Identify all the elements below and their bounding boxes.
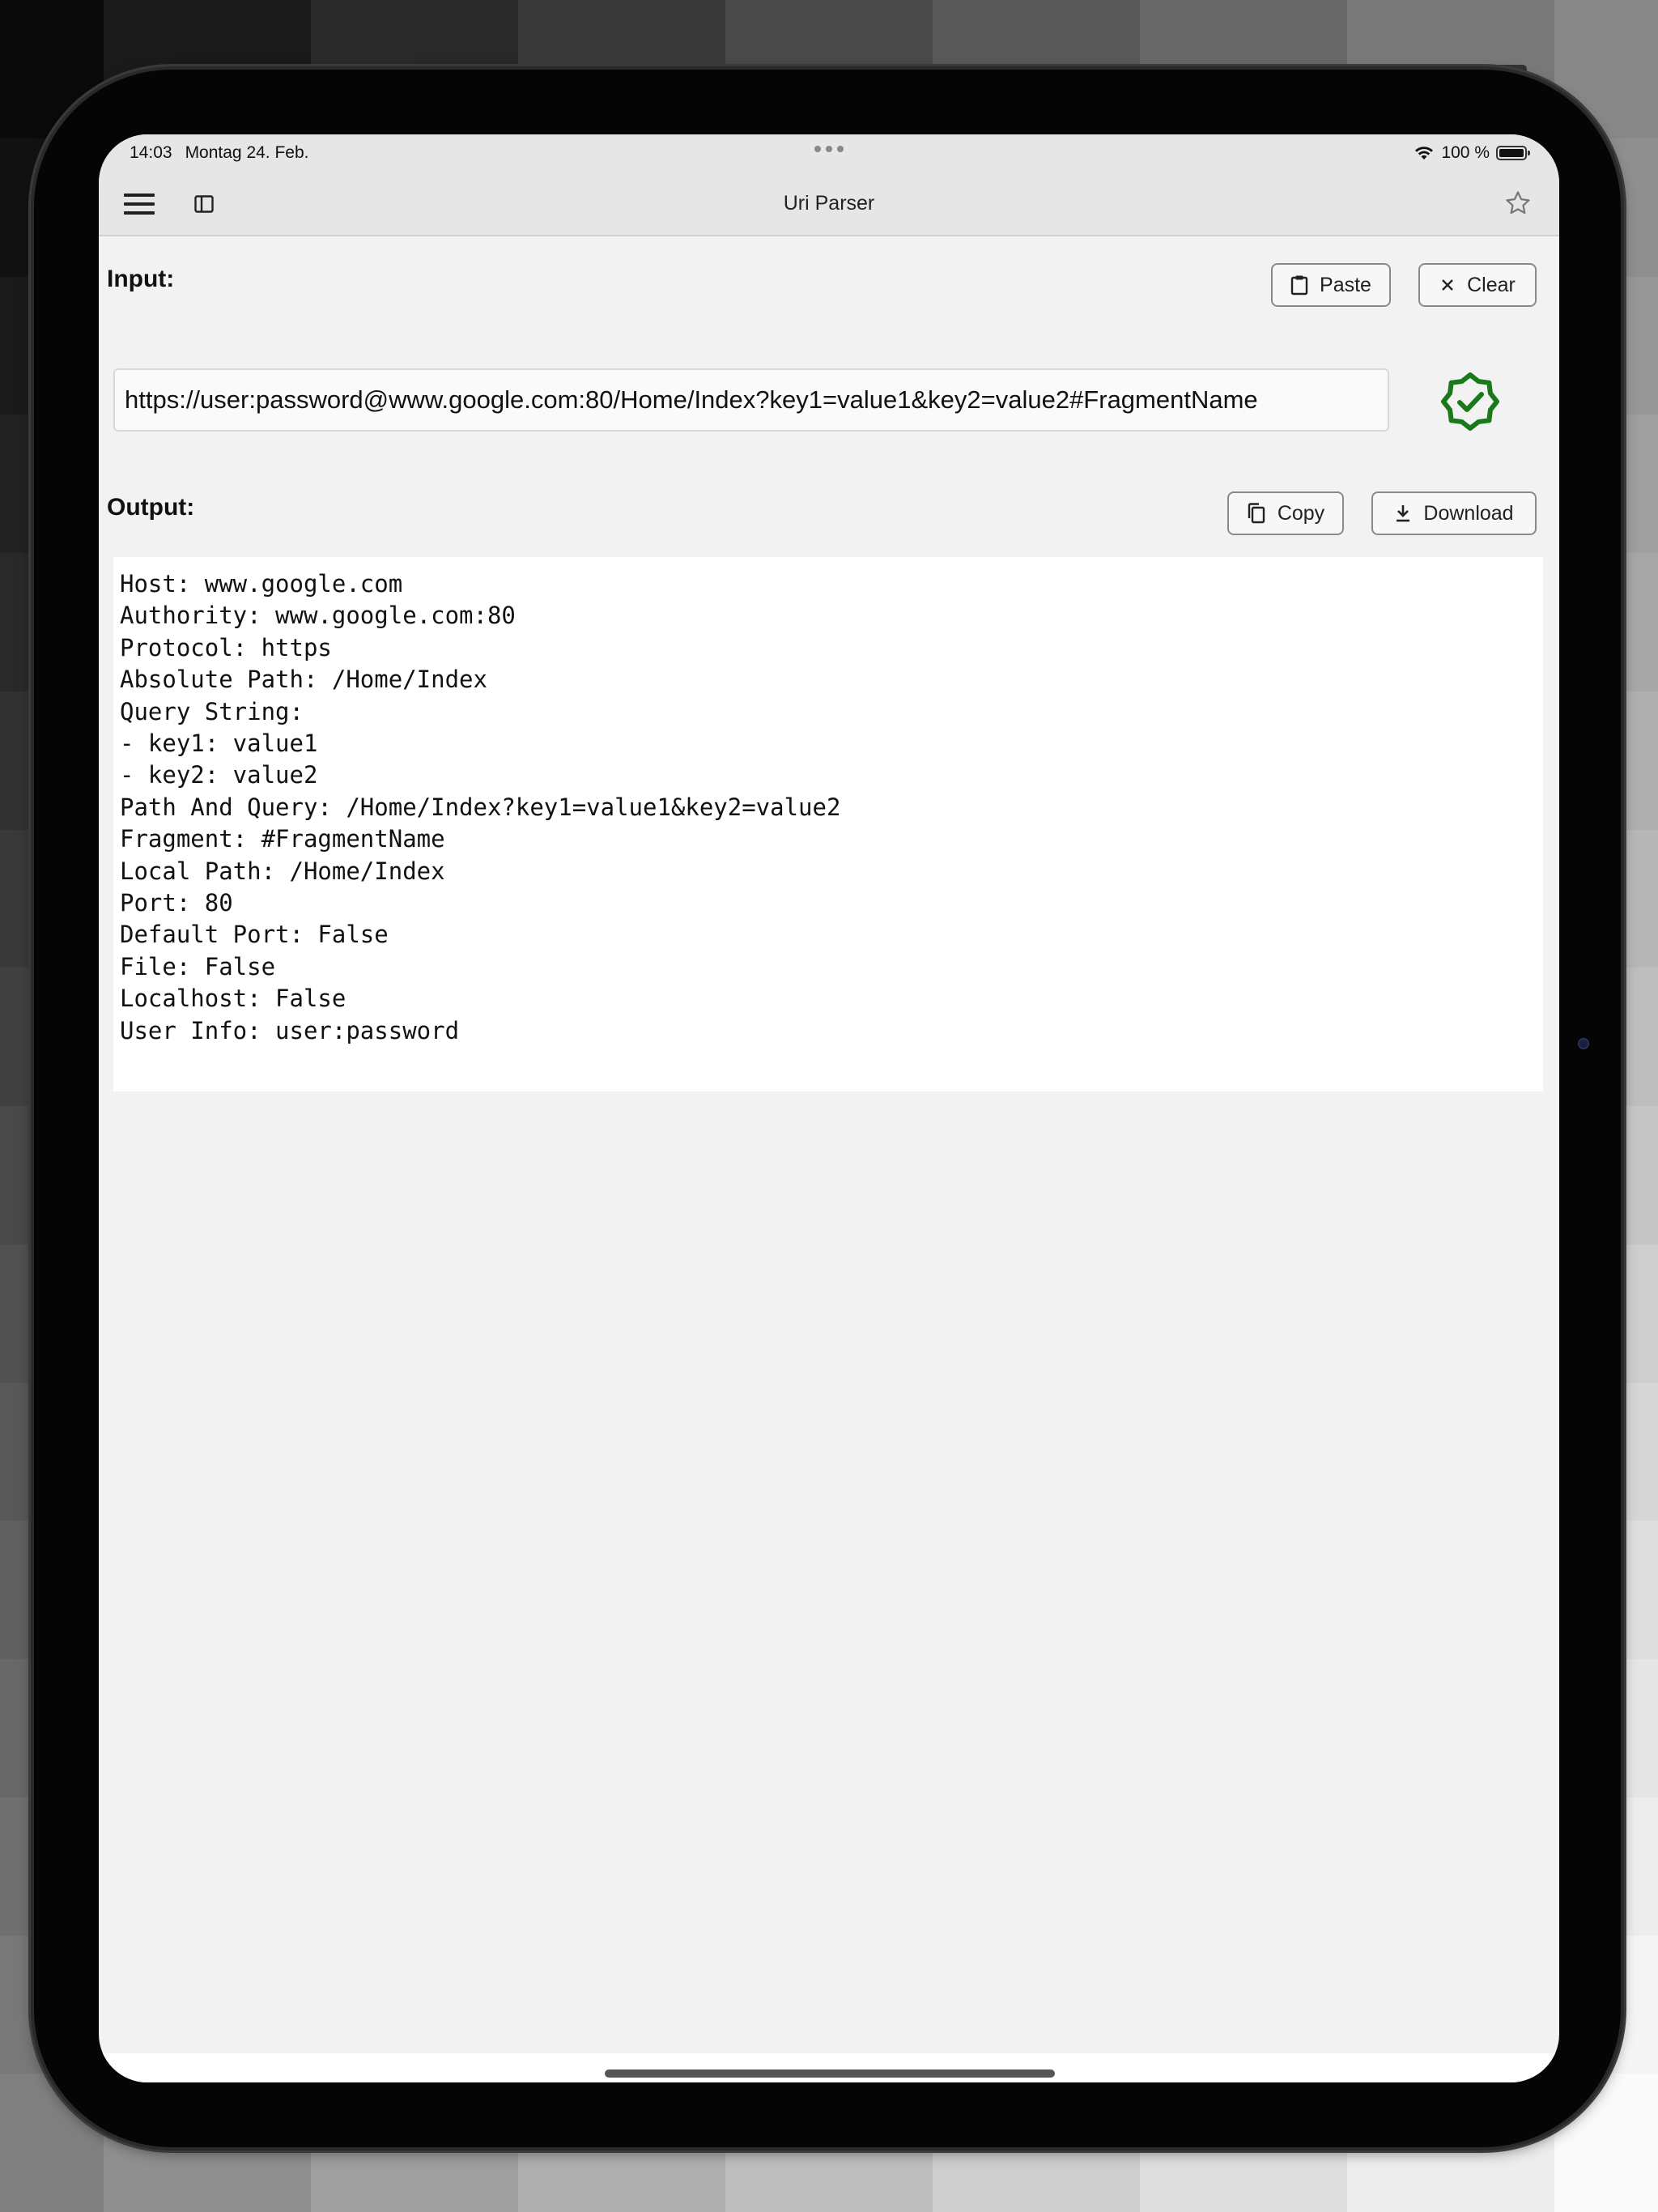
output-line: Absolute Path: /Home/Index	[120, 666, 487, 694]
clear-button-label: Clear	[1467, 273, 1516, 296]
copy-button[interactable]: Copy	[1227, 491, 1344, 535]
battery-fill	[1499, 149, 1524, 157]
output-text-area[interactable]: Host: www.google.com Authority: www.googl…	[113, 557, 1543, 1091]
bottom-safe-area	[99, 2053, 1559, 2082]
output-line: Query String:	[120, 697, 304, 725]
download-button-label: Download	[1423, 501, 1514, 525]
clear-button[interactable]: Clear	[1418, 263, 1537, 307]
input-label: Input:	[107, 266, 175, 292]
uri-input[interactable]	[113, 368, 1389, 432]
app-screen: 14:03 Montag 24. Feb. 100 % Uri Parser I…	[99, 134, 1559, 2082]
page-title: Uri Parser	[783, 192, 875, 215]
paste-button[interactable]: Paste	[1271, 263, 1391, 307]
battery-icon	[1496, 146, 1530, 160]
copy-icon	[1248, 503, 1265, 524]
output-line: Protocol: https	[120, 633, 332, 661]
navigation-bar: Uri Parser	[99, 172, 1559, 236]
output-line: Authority: www.google.com:80	[120, 602, 516, 630]
output-line: Port: 80	[120, 889, 233, 917]
status-bar: 14:03 Montag 24. Feb. 100 %	[99, 134, 1559, 172]
paste-button-label: Paste	[1320, 273, 1371, 296]
battery-percentage: 100 %	[1441, 143, 1490, 162]
output-line: Localhost: False	[120, 985, 346, 1013]
close-icon	[1442, 279, 1453, 291]
output-label: Output:	[107, 494, 195, 521]
output-line: Fragment: #FragmentName	[120, 825, 445, 853]
output-line: File: False	[120, 952, 276, 981]
multitasking-dots-icon[interactable]	[99, 146, 1559, 152]
copy-button-label: Copy	[1277, 501, 1325, 525]
favorite-star-icon[interactable]	[1503, 188, 1533, 219]
wifi-icon	[1415, 147, 1434, 160]
front-camera	[1578, 1038, 1589, 1049]
valid-check-icon	[1439, 371, 1501, 432]
output-line: Path And Query: /Home/Index?key1=value1&…	[120, 793, 841, 821]
download-button[interactable]: Download	[1371, 491, 1537, 535]
output-line: Host: www.google.com	[120, 570, 403, 598]
clipboard-icon	[1290, 275, 1308, 296]
output-line: Local Path: /Home/Index	[120, 857, 445, 885]
output-line: User Info: user:password	[120, 1016, 460, 1044]
download-icon	[1397, 505, 1410, 522]
output-line: - key2: value2	[120, 761, 318, 789]
output-line: Default Port: False	[120, 921, 389, 949]
home-indicator[interactable]	[605, 2069, 1055, 2078]
output-line: - key1: value1	[120, 730, 318, 758]
